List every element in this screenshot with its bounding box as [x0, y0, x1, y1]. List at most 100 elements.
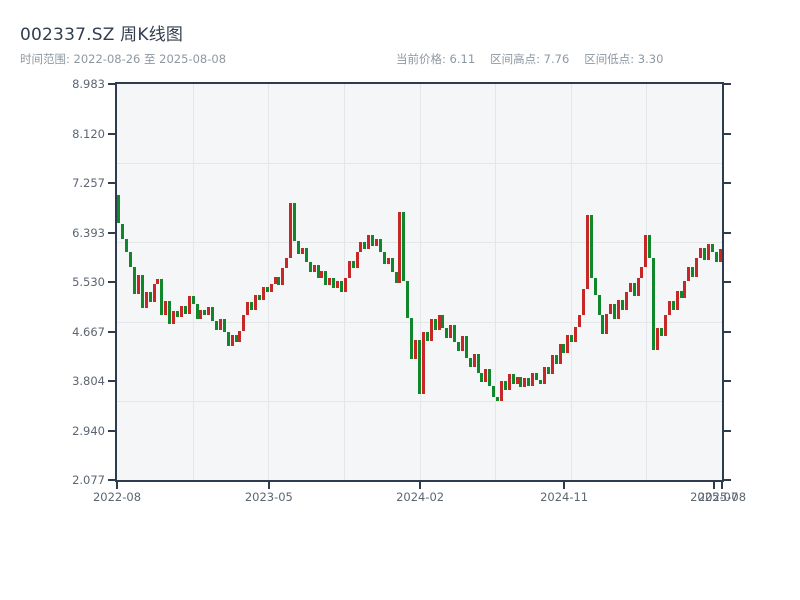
- x-tick-mark: [267, 482, 270, 489]
- candle: [683, 280, 687, 299]
- candle: [324, 271, 328, 285]
- candle: [445, 328, 449, 339]
- candle: [277, 276, 281, 285]
- candle: [585, 214, 589, 290]
- candle: [691, 266, 695, 277]
- candle: [480, 372, 484, 383]
- candle: [117, 194, 121, 224]
- date-range-label: 时间范围: 2022-08-26 至 2025-08-08: [20, 52, 227, 66]
- candle: [433, 319, 437, 330]
- candle: [457, 342, 461, 352]
- candle: [472, 353, 476, 367]
- candle: [527, 378, 531, 386]
- y-tick-label: 8.120: [72, 126, 105, 141]
- candle: [601, 315, 605, 335]
- candle: [226, 332, 230, 346]
- candle: [718, 248, 722, 262]
- candle: [355, 252, 359, 268]
- candle: [710, 243, 714, 253]
- candle: [511, 374, 515, 385]
- candle: [496, 397, 500, 402]
- candle: [656, 328, 660, 350]
- candle: [687, 266, 691, 281]
- candle: [367, 234, 371, 250]
- candle: [546, 366, 550, 375]
- y-tick-mark-right: [724, 281, 731, 283]
- candle: [507, 374, 511, 390]
- candle: [406, 280, 410, 319]
- candle: [503, 381, 507, 390]
- candle: [218, 319, 222, 330]
- plot-frame: [115, 82, 724, 482]
- candle: [179, 305, 183, 317]
- y-tick-label: 2.077: [72, 473, 105, 487]
- y-tick-mark-left: [108, 83, 115, 85]
- candle: [300, 248, 304, 254]
- x-tick-label: 2022-08: [92, 490, 142, 504]
- candle: [281, 267, 285, 285]
- candle: [492, 385, 496, 398]
- candle: [558, 343, 562, 364]
- x-tick-mark: [721, 482, 723, 489]
- candle: [152, 283, 156, 303]
- candle: [238, 330, 242, 343]
- candle: [671, 300, 675, 310]
- candle: [394, 272, 398, 283]
- candle: [554, 355, 558, 364]
- candle: [542, 366, 546, 385]
- candle: [125, 238, 129, 253]
- candle: [636, 277, 640, 297]
- candle: [460, 336, 464, 352]
- candle: [570, 335, 574, 343]
- x-tick-mark: [116, 482, 118, 489]
- candle: [215, 320, 219, 330]
- candle: [702, 248, 706, 260]
- candle: [363, 242, 367, 250]
- y-tick-label: 3.804: [72, 374, 105, 388]
- candle: [332, 277, 336, 289]
- candle: [343, 277, 347, 293]
- candle: [250, 302, 254, 310]
- candle: [156, 279, 160, 284]
- v-gridline: [268, 84, 270, 480]
- v-gridline: [192, 84, 194, 480]
- x-tick-label: 2023-05: [244, 490, 293, 504]
- candle: [359, 242, 363, 253]
- candle: [425, 332, 429, 342]
- candle: [624, 292, 628, 310]
- candle: [566, 335, 570, 353]
- candle: [632, 282, 636, 297]
- candle: [183, 305, 187, 314]
- candle: [410, 318, 414, 360]
- candle: [414, 339, 418, 360]
- current-price-label: 当前价格: 6.11: [396, 52, 476, 66]
- y-tick-label: 5.530: [72, 275, 105, 289]
- y-tick-label: 8.983: [72, 77, 105, 91]
- candle: [695, 257, 699, 277]
- y-tick-mark-left: [108, 479, 115, 481]
- v-gridline: [495, 84, 497, 480]
- y-tick-mark-left: [108, 380, 115, 382]
- candle: [371, 234, 375, 247]
- candle: [605, 313, 609, 335]
- y-tick-mark-right: [724, 231, 731, 234]
- candle: [375, 238, 379, 247]
- candle: [390, 257, 394, 273]
- candle: [133, 266, 137, 295]
- candle: [464, 336, 468, 359]
- candle: [293, 203, 297, 241]
- candle: [597, 295, 601, 316]
- kline-chart-page: 002337.SZ 周K线图 时间范围: 2022-08-26 至 2025-0…: [0, 0, 800, 600]
- candle: [347, 260, 351, 278]
- candle: [382, 252, 386, 264]
- candle: [644, 234, 648, 267]
- candle: [285, 257, 289, 268]
- candle: [562, 343, 566, 353]
- candle: [453, 325, 457, 343]
- candle: [620, 299, 624, 310]
- candle: [265, 286, 269, 293]
- candle: [488, 368, 492, 386]
- candle: [386, 257, 390, 264]
- candle: [160, 279, 164, 316]
- y-tick-mark-right: [724, 380, 731, 382]
